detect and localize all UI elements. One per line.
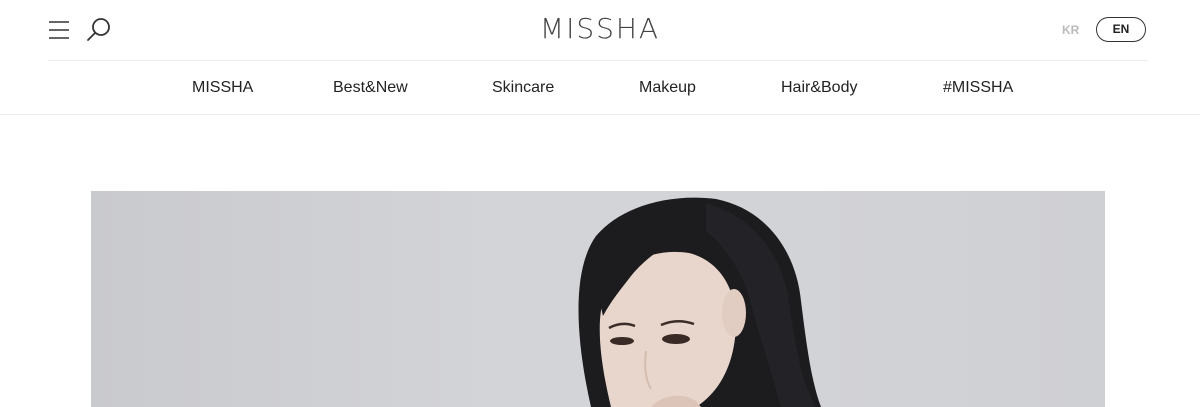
- model-portrait-image: [578, 197, 821, 407]
- nav-divider: [0, 114, 1200, 115]
- nav-item-best-new[interactable]: Best&New: [333, 78, 408, 98]
- language-kr-button[interactable]: KR: [1062, 22, 1079, 38]
- main-navigation: MISSHA Best&New Skincare Makeup Hair&Bod…: [0, 61, 1200, 114]
- nav-item-hair-body[interactable]: Hair&Body: [781, 78, 857, 98]
- language-en-button[interactable]: EN: [1096, 17, 1146, 42]
- nav-item-hashtag-missha[interactable]: #MISSHA: [943, 78, 1013, 98]
- site-logo[interactable]: MISSHA: [0, 11, 1200, 47]
- nav-item-makeup[interactable]: Makeup: [639, 78, 696, 98]
- nav-item-missha[interactable]: MISSHA: [192, 78, 253, 98]
- hero-banner[interactable]: [91, 191, 1105, 407]
- nav-item-skincare[interactable]: Skincare: [492, 78, 554, 98]
- site-header: MISSHA KR EN: [0, 0, 1200, 60]
